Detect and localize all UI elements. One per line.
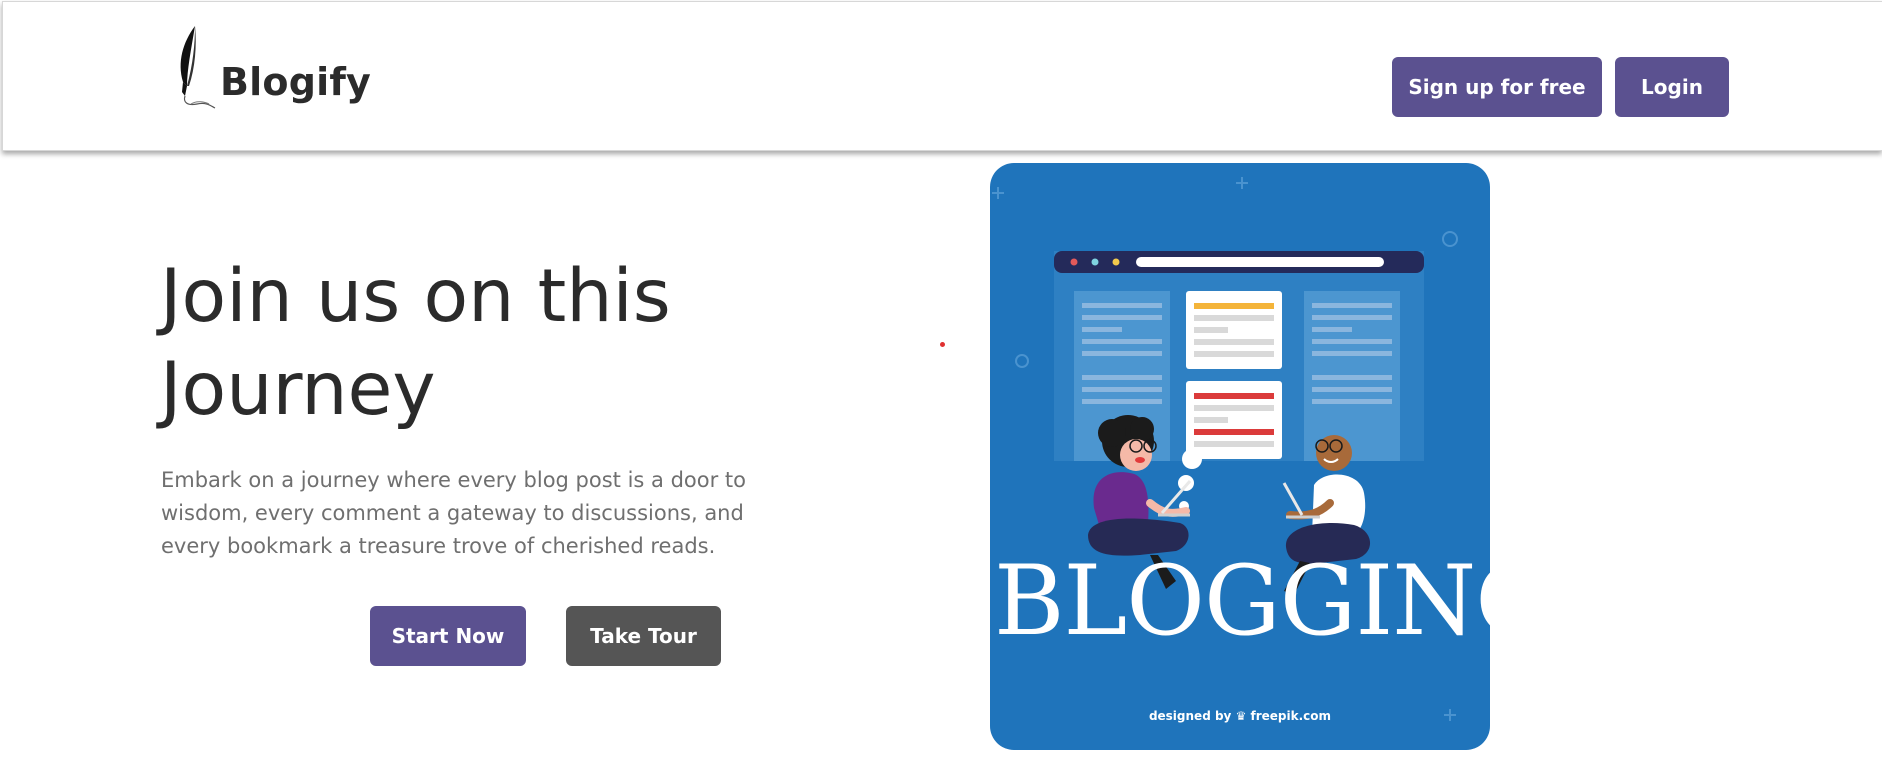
blogging-word: BLOGGING [994,545,1490,657]
decorative-dot [940,342,945,347]
freepik-logo-icon: ♛ [1235,709,1247,723]
brand-name[interactable]: Blogify [220,60,371,104]
signup-button[interactable]: Sign up for free [1392,57,1602,117]
hero-title-line1: Join us on this [160,254,671,339]
take-tour-button[interactable]: Take Tour [566,606,721,666]
start-now-button[interactable]: Start Now [370,606,526,666]
illustration-art [992,177,1458,721]
credit-brand: freepik.com [1250,709,1332,723]
hero-description: Embark on a journey where every blog pos… [161,468,746,558]
freepik-credit[interactable]: designed by ♛ freepik.com [990,709,1490,723]
hero-title: Join us on this Journey [160,250,780,436]
quill-pen-icon [180,26,216,109]
blogging-illustration: BLOGGING designed by ♛ freepik.com [990,163,1490,750]
login-button[interactable]: Login [1615,57,1729,117]
top-navbar: Blogify Sign up for free Login [2,1,1882,151]
hero-title-line2: Journey [160,347,436,432]
credit-prefix: designed by [1148,709,1232,723]
